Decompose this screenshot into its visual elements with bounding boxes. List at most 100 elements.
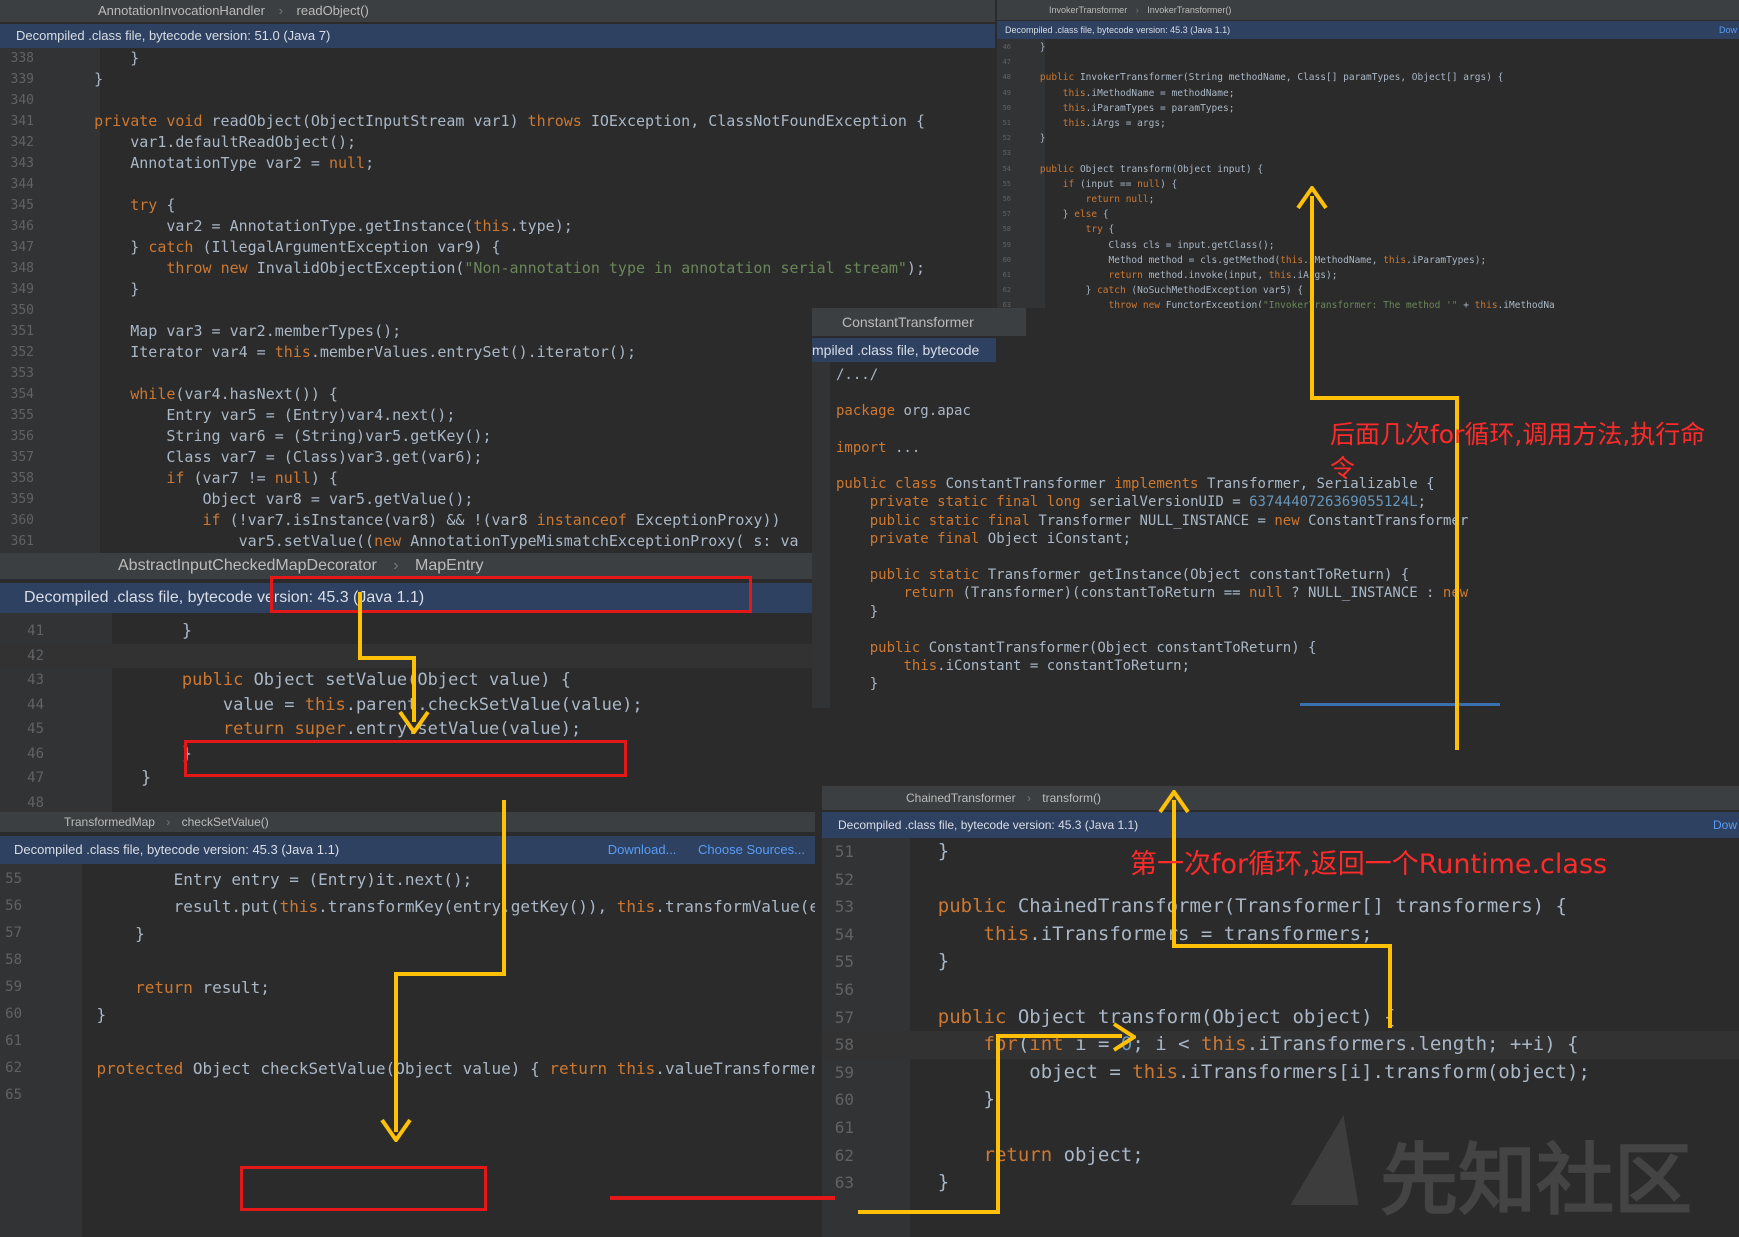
code-line[interactable]: 343 AnnotationType var2 = null; <box>0 153 995 174</box>
code-line[interactable]: 338 } <box>0 48 995 69</box>
code-line[interactable]: 43 public Object setValue(Object value) … <box>0 668 812 693</box>
code-line[interactable]: 60 } <box>822 1086 1739 1114</box>
download-link[interactable]: Dow <box>1719 25 1737 35</box>
code-line[interactable]: 341 private void readObject(ObjectInputS… <box>0 111 995 132</box>
code-text: } <box>100 768 152 788</box>
code-line[interactable] <box>812 548 1739 566</box>
code-line[interactable]: 339 } <box>0 69 995 90</box>
arrow-head-right <box>1112 1022 1136 1052</box>
code-line[interactable]: 51 this.iArgs = args; <box>997 116 1739 131</box>
breadcrumb-method[interactable]: InvokerTransformer() <box>1147 0 1231 20</box>
code-line[interactable]: 53 public ChainedTransformer(Transformer… <box>822 893 1739 921</box>
code-line[interactable]: 55 } <box>822 948 1739 976</box>
code-line[interactable]: 344 <box>0 174 995 195</box>
choose-sources-link[interactable]: Choose Sources... <box>698 842 805 857</box>
download-link[interactable]: Dow <box>1713 818 1737 832</box>
code-line[interactable]: } <box>812 603 1739 621</box>
code-line[interactable]: 347 } catch (IllegalArgumentException va… <box>0 237 995 258</box>
code-line[interactable]: 46 } <box>997 40 1739 55</box>
scroll-indicator[interactable] <box>1300 703 1500 706</box>
code-line[interactable]: 342 var1.defaultReadObject(); <box>0 132 995 153</box>
breadcrumb-class[interactable]: InvokerTransformer <box>1049 0 1127 20</box>
line-number: 45 <box>27 721 44 737</box>
code-text: public ChainedTransformer(Transformer[] … <box>937 895 1567 918</box>
code-line[interactable]: public ConstantTransformer(Object consta… <box>812 639 1739 657</box>
breadcrumb-method[interactable]: transform() <box>1042 786 1101 810</box>
code-line[interactable]: 345 try { <box>0 195 995 216</box>
code-line[interactable]: 56 return null; <box>997 192 1739 207</box>
code-line[interactable]: 54 public Object transform(Object input)… <box>997 162 1739 177</box>
code-line[interactable]: 41 } <box>0 619 812 644</box>
line-number: 349 <box>10 282 34 297</box>
code-line[interactable]: 59 return result; <box>0 974 815 1001</box>
code-line[interactable]: 48 public InvokerTransformer(String meth… <box>997 70 1739 85</box>
breadcrumb-class[interactable]: TransformedMap <box>64 812 155 832</box>
code-line[interactable]: 56 <box>822 976 1739 1004</box>
line-number: 61 <box>1002 271 1011 279</box>
line-number: 57 <box>5 925 22 941</box>
code-line[interactable]: 57 } else { <box>997 207 1739 222</box>
code-line[interactable] <box>812 384 1739 402</box>
breadcrumb-class[interactable]: AnnotationInvocationHandler <box>98 0 265 22</box>
code-line[interactable]: 340 <box>0 90 995 111</box>
code-line[interactable] <box>812 694 1739 708</box>
breadcrumb-method[interactable]: readObject() <box>297 0 369 22</box>
breadcrumb-class[interactable]: ConstantTransformer <box>842 308 974 336</box>
code-text: return object; <box>983 1143 1144 1166</box>
code-line[interactable]: 349 } <box>0 279 995 300</box>
code-line[interactable]: 65 <box>0 1082 815 1109</box>
line-number: 61 <box>834 1118 854 1137</box>
code-text: private final Object iConstant; <box>869 530 1132 547</box>
code-line[interactable] <box>812 621 1739 639</box>
code-line[interactable]: 62 } catch (NoSuchMethodException var5) … <box>997 283 1739 298</box>
code-line[interactable]: private final Object iConstant; <box>812 530 1739 548</box>
code-line[interactable]: 59 Class cls = input.getClass(); <box>997 238 1739 253</box>
download-link[interactable]: Download... <box>608 842 677 857</box>
flow-arrow <box>858 1210 1000 1214</box>
code-line[interactable]: 61 <box>0 1028 815 1055</box>
code-line[interactable]: 58 try { <box>997 222 1739 237</box>
code-line[interactable]: 47 <box>997 55 1739 70</box>
code-line[interactable]: 49 this.iMethodName = methodName; <box>997 86 1739 101</box>
code-line[interactable]: 60 } <box>0 1001 815 1028</box>
code-line[interactable]: 57 public Object transform(Object object… <box>822 1004 1739 1032</box>
line-number: 353 <box>10 366 34 381</box>
code-line[interactable]: private static final long serialVersionU… <box>812 493 1739 511</box>
breadcrumb-method[interactable]: checkSetValue() <box>182 812 269 832</box>
code-line[interactable]: /.../ <box>812 366 1739 384</box>
code-line[interactable]: } <box>812 675 1739 693</box>
code-line[interactable]: this.iConstant = constantToReturn; <box>812 657 1739 675</box>
code-line[interactable]: 346 var2 = AnnotationType.getInstance(th… <box>0 216 995 237</box>
code-line[interactable]: 56 result.put(this.transformKey(entry.ge… <box>0 893 815 920</box>
decompiled-banner: Decompiled .class file, bytecode version… <box>822 812 1739 838</box>
code-line[interactable]: 57 } <box>0 920 815 947</box>
line-number: 56 <box>1002 195 1011 203</box>
code-text: Class cls = input.getClass(); <box>1108 239 1275 251</box>
code-line[interactable]: 55 Entry entry = (Entry)it.next(); <box>0 866 815 893</box>
code-line[interactable]: 348 throw new InvalidObjectException("No… <box>0 258 995 279</box>
code-line[interactable]: 52 } <box>997 131 1739 146</box>
code-line[interactable]: 53 <box>997 146 1739 161</box>
line-number: 59 <box>5 979 22 995</box>
code-line[interactable]: 48 <box>0 791 812 814</box>
code-line[interactable]: 58 for(int i = 0; i < this.iTransformers… <box>822 1031 1739 1059</box>
code-line[interactable]: 61 return method.invoke(input, this.iArg… <box>997 268 1739 283</box>
code-text: var5.setValue((new AnnotationTypeMismatc… <box>238 532 799 550</box>
arrow-head-down <box>380 1118 412 1142</box>
line-number: 354 <box>10 387 34 402</box>
decompiled-banner: Decompiled .class file, bytecode version… <box>997 21 1739 39</box>
code-line[interactable]: 55 if (input == null) { <box>997 177 1739 192</box>
code-line[interactable]: 50 this.iParamTypes = paramTypes; <box>997 101 1739 116</box>
line-number: 42 <box>27 647 44 664</box>
decompiled-banner: mpiled .class file, bytecode <box>812 338 996 362</box>
code-line[interactable]: public static final Transformer NULL_INS… <box>812 512 1739 530</box>
code-line[interactable]: 58 <box>0 947 815 974</box>
code-line[interactable]: return (Transformer)(constantToReturn ==… <box>812 584 1739 602</box>
code-line[interactable]: public static Transformer getInstance(Ob… <box>812 566 1739 584</box>
line-number: 340 <box>10 93 34 108</box>
code-line[interactable]: 59 object = this.iTransformers[i].transf… <box>822 1059 1739 1087</box>
code-line[interactable]: 60 Method method = cls.getMethod(this.iM… <box>997 253 1739 268</box>
code-line[interactable]: 62 protected Object checkSetValue(Object… <box>0 1055 815 1082</box>
code-text: } <box>58 70 104 88</box>
breadcrumb-class[interactable]: ChainedTransformer <box>906 786 1016 810</box>
